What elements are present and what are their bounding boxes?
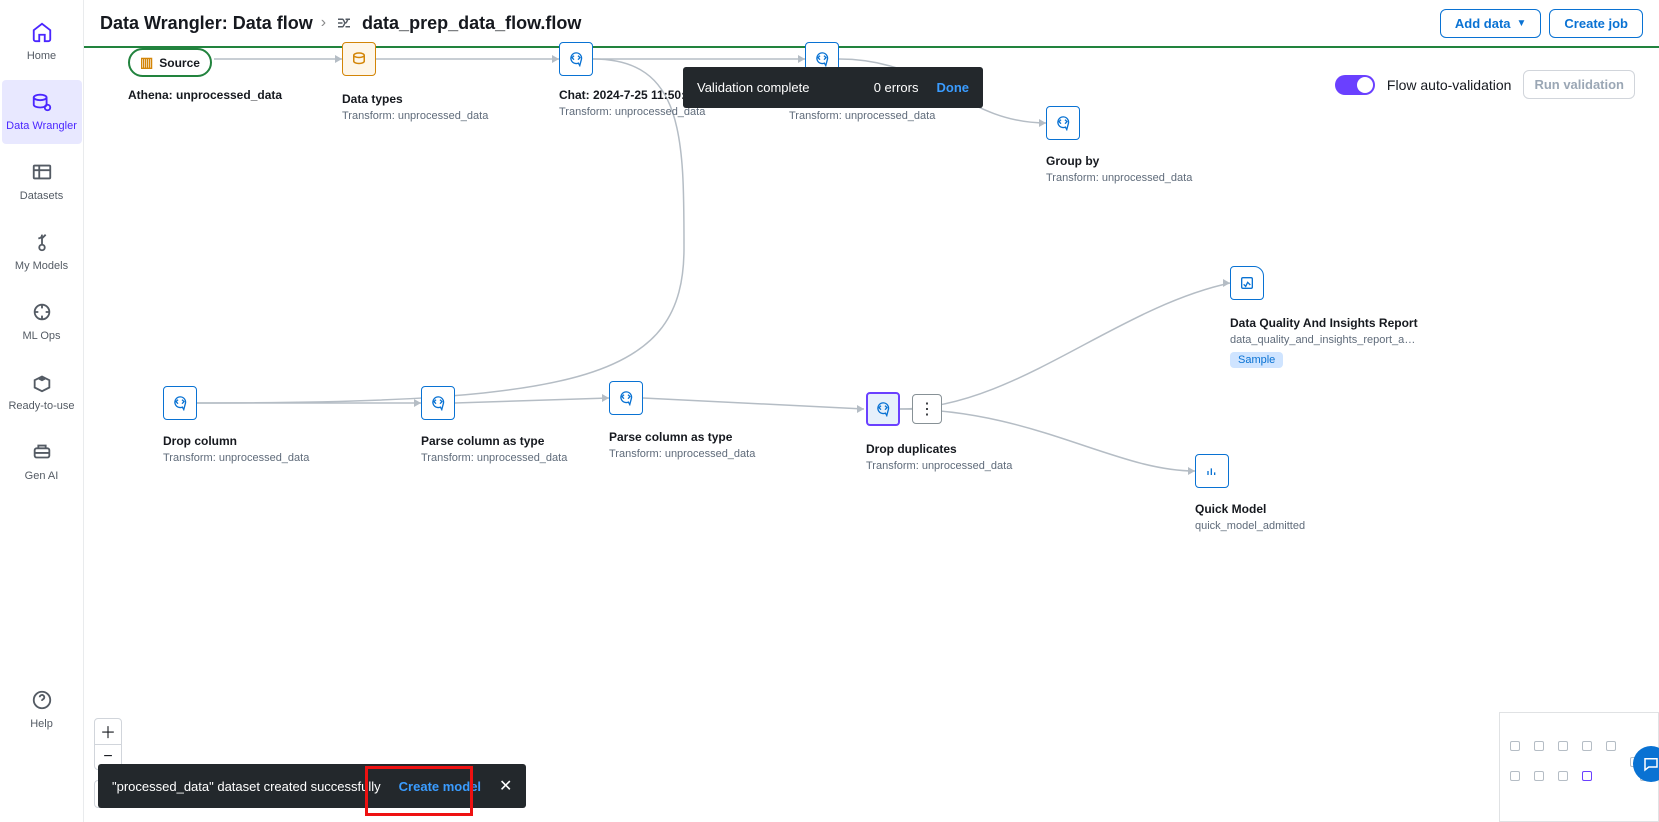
node-source[interactable]: ▥ Source — [128, 48, 212, 77]
home-icon — [30, 20, 54, 44]
parse1-title: Parse column as type — [421, 434, 544, 448]
node-menu-button[interactable]: ⋮ — [912, 394, 942, 424]
models-icon — [30, 230, 54, 254]
sidebar-label: Data Wrangler — [6, 120, 77, 132]
node-quick-model[interactable] — [1195, 454, 1229, 488]
node-group-by[interactable] — [1046, 106, 1080, 140]
sidebar-item-datasets[interactable]: Datasets — [2, 150, 82, 214]
sidebar-label: Help — [30, 718, 53, 730]
node-report[interactable] — [1230, 266, 1264, 300]
chat-title: Chat: 2024-7-25 11:50:5 — [559, 88, 692, 102]
run-validation-button[interactable]: Run validation — [1523, 70, 1635, 99]
validation-done-button[interactable]: Done — [937, 80, 970, 95]
qm-sub: quick_model_admitted — [1195, 520, 1305, 532]
report-sub: data_quality_and_insights_report_adm… — [1230, 334, 1420, 346]
transform4-sub: Transform: unprocessed_data — [789, 110, 935, 122]
create-model-button[interactable]: Create model — [399, 779, 481, 794]
node-chat[interactable] — [559, 42, 593, 76]
sidebar-label: Datasets — [20, 190, 63, 202]
add-data-button[interactable]: Add data ▼ — [1440, 9, 1542, 38]
validation-toast: Validation complete 0 errors Done — [683, 67, 983, 108]
node-parse2[interactable] — [609, 381, 643, 415]
flow-canvas[interactable]: ▥ Source Athena: unprocessed_data Data t… — [84, 48, 1659, 822]
flow-icon — [334, 13, 354, 33]
datasets-icon — [30, 160, 54, 184]
help-icon — [30, 688, 54, 712]
sample-badge[interactable]: Sample — [1230, 352, 1283, 368]
add-data-label: Add data — [1455, 16, 1511, 31]
source-label: Source — [159, 56, 200, 70]
sidebar-label: Ready-to-use — [8, 400, 74, 412]
auto-validation-toggle[interactable] — [1335, 75, 1375, 95]
sidebar: Home Data Wrangler Datasets My Models ML… — [0, 0, 84, 822]
dropdup-sub: Transform: unprocessed_data — [866, 460, 1012, 472]
close-icon[interactable]: ✕ — [499, 776, 512, 796]
source-title: Athena: unprocessed_data — [128, 88, 282, 102]
zoom-in-button[interactable]: ＋ — [95, 719, 121, 745]
mlops-icon — [30, 300, 54, 324]
sidebar-label: Gen AI — [25, 470, 59, 482]
sidebar-item-help[interactable]: Help — [2, 678, 82, 742]
data-types-title: Data types — [342, 92, 403, 106]
ready-icon — [30, 370, 54, 394]
breadcrumb-root[interactable]: Data Wrangler: Data flow — [100, 13, 313, 34]
create-job-label: Create job — [1564, 16, 1628, 31]
dropcol-title: Drop column — [163, 434, 237, 448]
sidebar-item-data-wrangler[interactable]: Data Wrangler — [2, 80, 82, 144]
sidebar-item-home[interactable]: Home — [2, 10, 82, 74]
node-drop-duplicates[interactable] — [866, 392, 900, 426]
dropdup-title: Drop duplicates — [866, 442, 957, 456]
parse2-title: Parse column as type — [609, 430, 732, 444]
chevron-right-icon: › — [321, 14, 326, 32]
create-job-button[interactable]: Create job — [1549, 9, 1643, 38]
header: Data Wrangler: Data flow › data_prep_dat… — [84, 0, 1659, 48]
chat-sub: Transform: unprocessed_data — [559, 106, 705, 118]
database-icon: ▥ — [140, 54, 153, 71]
node-data-types[interactable] — [342, 42, 376, 76]
validation-errors: 0 errors — [874, 80, 919, 95]
validation-msg: Validation complete — [697, 80, 810, 95]
zoom-control: ＋ − — [94, 718, 122, 770]
snackbar: "processed_data" dataset created success… — [98, 764, 526, 808]
data-types-sub: Transform: unprocessed_data — [342, 110, 488, 122]
qm-title: Quick Model — [1195, 502, 1266, 516]
snackbar-msg: "processed_data" dataset created success… — [112, 779, 381, 794]
report-title: Data Quality And Insights Report — [1230, 316, 1418, 330]
node-drop-column[interactable] — [163, 386, 197, 420]
chevron-down-icon: ▼ — [1517, 18, 1527, 29]
sidebar-item-ready[interactable]: Ready-to-use — [2, 360, 82, 424]
sidebar-label: My Models — [15, 260, 68, 272]
auto-validation-label: Flow auto-validation — [1387, 77, 1512, 93]
parse2-sub: Transform: unprocessed_data — [609, 448, 755, 460]
sidebar-item-my-models[interactable]: My Models — [2, 220, 82, 284]
sidebar-item-genai[interactable]: Gen AI — [2, 430, 82, 494]
auto-validation-bar: Flow auto-validation Run validation — [1335, 70, 1635, 99]
parse1-sub: Transform: unprocessed_data — [421, 452, 567, 464]
genai-icon — [30, 440, 54, 464]
groupby-sub: Transform: unprocessed_data — [1046, 172, 1192, 184]
sidebar-item-mlops[interactable]: ML Ops — [2, 290, 82, 354]
dropcol-sub: Transform: unprocessed_data — [163, 452, 309, 464]
data-wrangler-icon — [30, 90, 54, 114]
groupby-title: Group by — [1046, 154, 1099, 168]
sidebar-label: ML Ops — [22, 330, 60, 342]
sidebar-label: Home — [27, 50, 56, 62]
node-parse1[interactable] — [421, 386, 455, 420]
breadcrumb-file: data_prep_data_flow.flow — [362, 13, 581, 34]
